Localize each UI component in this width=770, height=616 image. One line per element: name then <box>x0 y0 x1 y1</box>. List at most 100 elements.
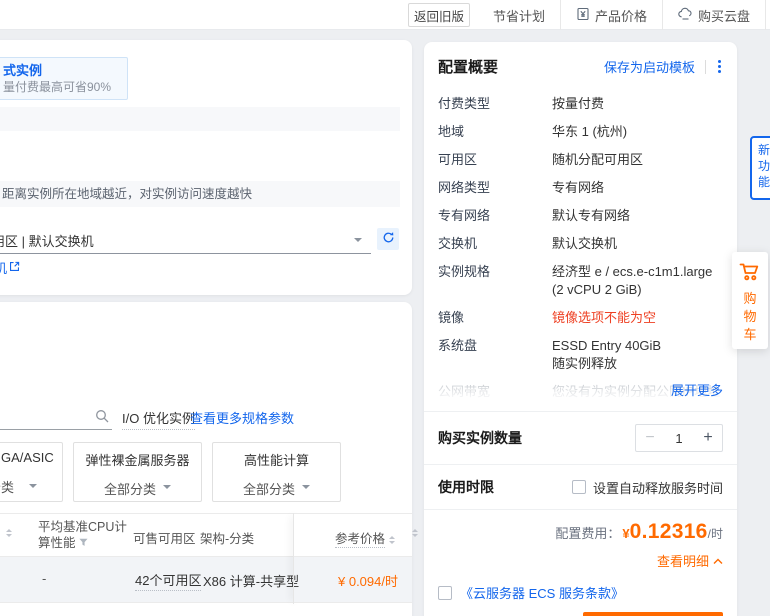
external-link-icon <box>9 260 20 275</box>
category-card-gpu-title: GA/ASIC <box>1 450 54 465</box>
nav-savings-plan[interactable]: 节省计划 <box>478 0 560 30</box>
cost-label: 配置费用： <box>555 526 621 541</box>
auto-release-option: 设置自动释放服务时间 <box>571 478 723 497</box>
category-card-hpc-select-value: 全部分类 <box>242 482 295 497</box>
category-card-hpc[interactable]: 高性能计算 全部分类 <box>212 442 341 502</box>
row-label: 可用区 <box>438 152 478 167</box>
view-details-label: 查看明细 <box>656 554 709 569</box>
ecs-terms-link[interactable]: 《云服务器 ECS 服务条款》 <box>460 583 624 602</box>
config-summary-panel: 配置概要 保存为启动模板 付费类型 按量付费 地域 华东 1 (杭州) 可用区 … <box>424 42 737 616</box>
stepper-minus-button[interactable]: − <box>636 429 664 447</box>
summary-row-system-disk: 系统盘 ESSD Entry 40GiB 随实例释放 <box>438 337 723 373</box>
cost-value: 0.12316 <box>629 520 708 543</box>
new-feature-char: 新 <box>758 143 770 157</box>
expand-more-link[interactable]: 展开更多 <box>671 380 723 399</box>
row-label: 镜像 <box>438 310 465 325</box>
chevron-down-icon <box>302 484 310 493</box>
summary-header: 配置概要 保存为启动模板 <box>424 42 737 77</box>
summary-row-network-type: 网络类型 专有网络 <box>438 179 723 197</box>
auto-release-label: 设置自动释放服务时间 <box>592 480 723 496</box>
nav-buy-cloud-disk-label: 购买云盘 <box>698 8 751 24</box>
col-price[interactable]: 参考价格 <box>335 528 396 548</box>
refresh-zones-button[interactable] <box>377 228 399 250</box>
spec-search-input[interactable] <box>0 404 112 430</box>
spec-table-row[interactable]: - 42个可用区 X86 计算-共享型 ¥ 0.094/时 <box>0 557 412 603</box>
sort-icon[interactable] <box>412 529 418 537</box>
instance-config-panel: 式实例 量付费最高可省90% 距离实例所在地域越近，对实例访问速度越快 用区 |… <box>0 40 412 295</box>
cell-zones[interactable]: 42个可用区 <box>135 570 202 591</box>
shopping-cart-icon <box>739 252 761 285</box>
row-label: 专有网络 <box>438 208 491 223</box>
row-label: 网络类型 <box>438 180 491 195</box>
row-value: 默认交换机 <box>552 236 618 251</box>
quantity-stepper[interactable]: − 1 + <box>635 424 723 452</box>
price-doc-icon <box>576 7 590 24</box>
cell-price: ¥ 0.094/时 <box>338 574 398 589</box>
nav-product-console[interactable]: 产品控制台 <box>765 0 770 30</box>
col-price-label: 参考价格 <box>335 532 386 548</box>
row-value: 随机分配可用区 <box>552 152 644 167</box>
summary-row-zone: 可用区 随机分配可用区 <box>438 151 723 169</box>
quantity-label: 购买实例数量 <box>438 430 522 446</box>
chevron-down-icon <box>354 238 362 246</box>
row-label: 地域 <box>438 124 465 139</box>
stepper-plus-button[interactable]: + <box>694 429 722 447</box>
col-cpu-perf[interactable]: 平均基准CPU计算性能 <box>38 519 134 551</box>
cart-char: 物 <box>743 309 757 324</box>
nav-buy-cloud-disk[interactable]: 购买云盘 <box>662 0 765 30</box>
more-spec-params-link[interactable]: 查看更多规格参数 <box>190 408 294 427</box>
sort-icon[interactable] <box>6 529 12 537</box>
io-optimized-label: I/O 优化实例 <box>122 408 195 430</box>
cost-block: 配置费用： ¥0.12316/时 查看明细 <box>424 510 737 570</box>
sort-icon[interactable] <box>389 535 396 544</box>
system-disk-line2: 随实例释放 <box>552 356 618 371</box>
confirm-order-button[interactable]: 确认下单 <box>583 612 723 616</box>
spec-table-header: 平均基准CPU计算性能 可售可用区 架构-分类 参考价格 <box>0 513 418 557</box>
nav-product-pricing[interactable]: 产品价格 <box>560 0 662 30</box>
category-card-hpc-select[interactable]: 全部分类 <box>213 479 340 498</box>
filter-icon[interactable] <box>79 536 88 550</box>
cell-cpu-perf: - <box>42 571 47 586</box>
category-card-baremetal-select-value: 全部分类 <box>103 482 156 497</box>
cart-char: 购 <box>743 291 757 306</box>
shopping-cart-widget[interactable]: 购 物 车 <box>732 252 768 349</box>
view-details-link[interactable]: 查看明细 <box>657 551 723 570</box>
terms-checkbox[interactable] <box>438 585 452 600</box>
summary-row-region: 地域 华东 1 (杭州) <box>438 123 723 141</box>
row-label: 公网带宽 <box>438 384 491 399</box>
auto-release-checkbox[interactable] <box>571 480 586 494</box>
summary-row-billing: 付费类型 按量付费 <box>438 95 723 113</box>
category-card-hpc-title: 高性能计算 <box>243 453 309 468</box>
back-to-old-version-button[interactable]: 返回旧版 <box>408 3 470 27</box>
zone-select[interactable]: 用区 | 默认交换机 <box>0 228 371 254</box>
category-card-gpu-select[interactable]: 分类 <box>0 477 14 496</box>
stepper-value[interactable]: 1 <box>664 431 694 446</box>
currency-symbol: ¥ <box>622 526 630 541</box>
category-card-gpu[interactable]: GA/ASIC 分类 <box>0 442 63 502</box>
summary-title: 配置概要 <box>438 59 499 76</box>
duration-label: 使用时限 <box>438 479 494 495</box>
cost-unit: /时 <box>707 527 723 541</box>
more-options-icon[interactable] <box>716 58 723 75</box>
new-feature-tab[interactable]: 新 功 能 <box>750 136 770 200</box>
row-value: 按量付费 <box>552 96 605 111</box>
summary-row-vpc: 专有网络 默认专有网络 <box>438 207 723 225</box>
cloud-disk-icon <box>678 7 693 23</box>
category-card-baremetal-title: 弹性裸金属服务器 <box>85 453 190 468</box>
summary-row-instance-type: 实例规格 经济型 e / ecs.e-c1m1.large (2 vCPU 2 … <box>438 263 723 299</box>
region-tip-text: 距离实例所在地域越近，对实例访问速度越快 <box>2 187 253 201</box>
system-disk-line1: ESSD Entry 40GiB <box>552 338 662 353</box>
category-card-baremetal-select[interactable]: 全部分类 <box>74 479 201 498</box>
row-label: 交换机 <box>438 236 478 251</box>
spot-instance-promo-card[interactable]: 式实例 量付费最高可省90% <box>0 57 128 100</box>
save-as-launch-template-link[interactable]: 保存为启动模板 <box>604 57 695 76</box>
row-value: ESSD Entry 40GiB 随实例释放 <box>552 337 723 373</box>
summary-row-vswitch: 交换机 默认交换机 <box>438 235 723 253</box>
category-card-baremetal[interactable]: 弹性裸金属服务器 全部分类 <box>73 442 202 502</box>
row-value: 华东 1 (杭州) <box>552 124 628 139</box>
top-nav: 节省计划 产品价格 购买云盘 产品控制台 <box>478 0 770 30</box>
top-toolbar: 返回旧版 节省计划 产品价格 购买云盘 产品控制台 <box>0 0 770 30</box>
vswitch-console-link[interactable]: 机 <box>0 258 20 277</box>
zone-select-value: 用区 | 默认交换机 <box>0 234 94 249</box>
nav-savings-plan-label: 节省计划 <box>493 8 546 24</box>
